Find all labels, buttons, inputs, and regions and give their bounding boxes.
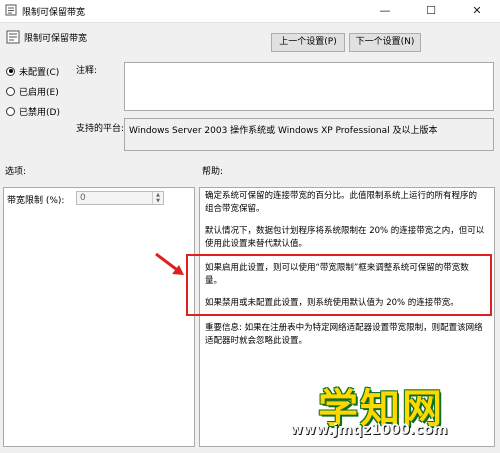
radio-disabled[interactable]: 已禁用(D) [6,104,60,118]
policy-icon [5,4,17,16]
platform-label: 支持的平台: [76,124,125,134]
bandwidth-limit-label: 带宽限制 (%): [7,196,65,206]
help-paragraph-1: 确定系统可保留的连接带宽的百分比。此值限制系统上运行的所有程序的组合带宽保留。 [205,191,478,214]
watermark-url: www.jmqz1000.com [290,422,448,438]
next-setting-button[interactable]: 下一个设置(N) [349,33,421,52]
bandwidth-limit-spinner[interactable]: 0 ▲ ▼ [76,191,164,205]
annotation-highlight-box [186,254,492,316]
window-title: 限制可保留带宽 [22,8,86,18]
maximize-button[interactable]: ☐ [408,0,454,22]
minimize-button[interactable]: — [362,0,408,22]
radio-disabled-label: 已禁用(D) [19,107,60,118]
options-panel [3,187,195,447]
radio-enabled-indicator[interactable] [6,86,15,96]
comment-label: 注释: [76,66,98,76]
platform-field: Windows Server 2003 操作系统或 Windows XP Pro… [124,118,494,151]
help-paragraph-2: 默认情况下，数据包计划程序将系统限制在 20% 的连接带宽之内，但可以使用此设置… [205,226,485,249]
comment-textarea[interactable] [124,62,494,111]
radio-not-configured[interactable]: 未配置(C) [6,64,59,78]
setting-title: 限制可保留带宽 [24,34,88,44]
radio-enabled[interactable]: 已启用(E) [6,84,59,98]
options-section-label: 选项: [5,167,27,177]
setting-icon [6,30,20,44]
radio-disabled-indicator[interactable] [6,106,15,116]
red-arrow-icon [155,252,184,275]
help-section-label: 帮助: [202,167,224,177]
radio-not-configured-indicator[interactable] [6,66,15,76]
help-paragraph-5: 重要信息: 如果在注册表中为特定网络适配器设置带宽限制，则配置该网络适配器时就会… [205,323,483,346]
radio-not-configured-label: 未配置(C) [19,67,60,78]
radio-enabled-label: 已启用(E) [19,87,59,98]
spinner-arrows-icon[interactable]: ▲ ▼ [152,192,163,204]
previous-setting-button[interactable]: 上一个设置(P) [271,33,345,52]
bandwidth-limit-value[interactable]: 0 [80,193,86,203]
close-button[interactable]: ✕ [454,0,500,22]
title-bar: 限制可保留带宽 — ☐ ✕ [0,0,500,23]
